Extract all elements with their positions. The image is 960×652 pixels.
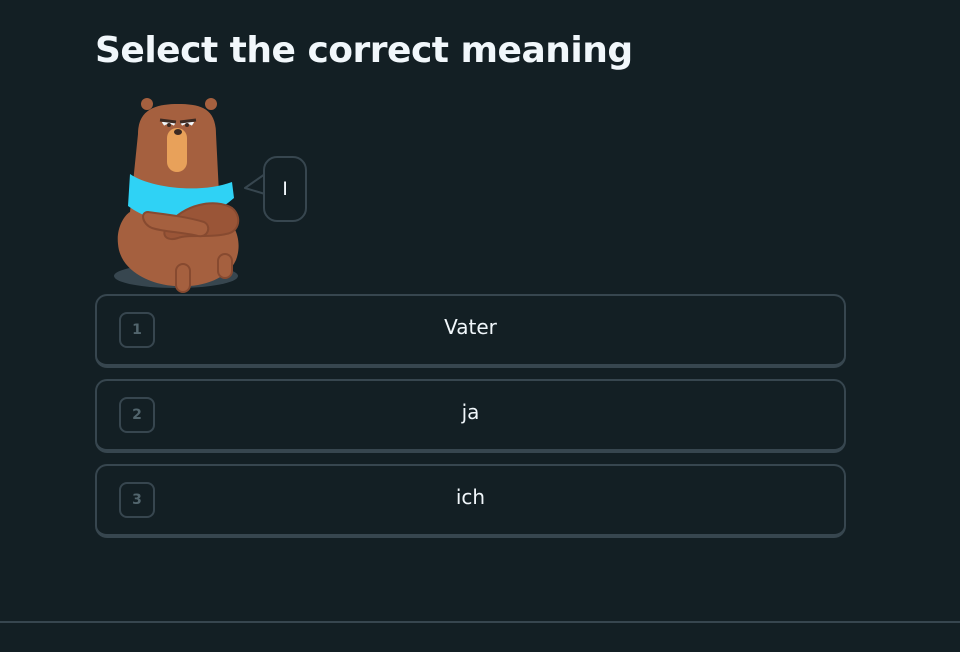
option-text: ja xyxy=(461,400,480,424)
option-text: ich xyxy=(455,485,486,509)
bear-ear-right xyxy=(205,98,217,110)
bear-nose xyxy=(174,129,182,135)
bear-ear-left xyxy=(141,98,153,110)
bear-leg-right xyxy=(217,253,233,279)
prompt-word: I xyxy=(282,178,288,200)
lesson-page: Select the correct meaning I 1 Vater 2 j… xyxy=(0,0,960,652)
answer-option-1[interactable]: 1 Vater xyxy=(95,294,846,368)
answer-option-2[interactable]: 2 ja xyxy=(95,379,846,453)
footer-divider xyxy=(0,621,960,623)
answer-options: 1 Vater 2 ja 3 ich xyxy=(95,294,846,549)
bear-character xyxy=(114,98,240,293)
option-text: Vater xyxy=(444,315,497,339)
answer-option-3[interactable]: 3 ich xyxy=(95,464,846,538)
challenge-title: Select the correct meaning xyxy=(95,30,633,71)
bear-leg-left xyxy=(175,263,191,293)
speech-bubble: I xyxy=(263,156,307,222)
